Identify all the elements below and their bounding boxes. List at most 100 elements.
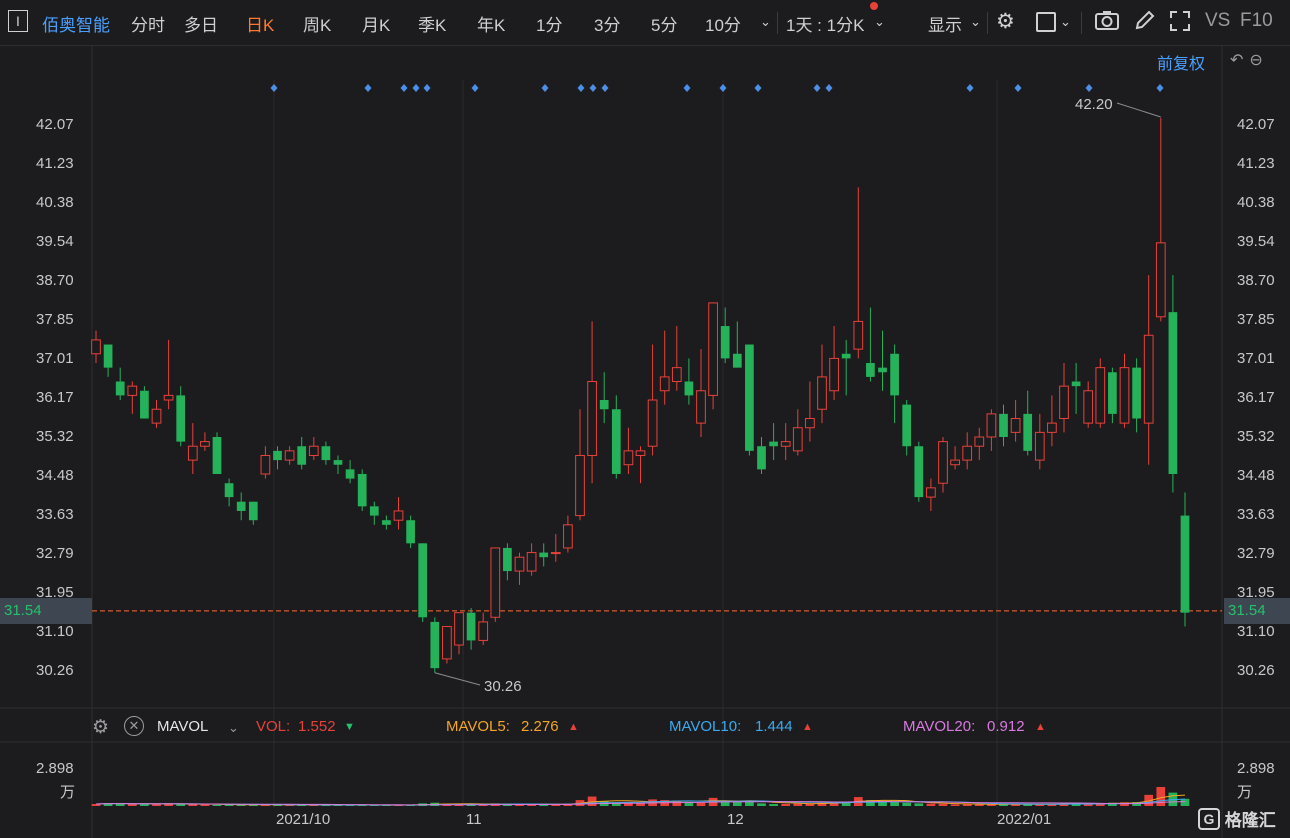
event-marker-diamond — [683, 84, 691, 92]
tab-yearly-k[interactable]: 年K — [477, 11, 505, 36]
candle-body — [321, 446, 331, 461]
y-tick-label-left: 40.38 — [36, 194, 74, 211]
candle-body — [829, 357, 839, 392]
indicator-chevron-icon[interactable]: ⌄ — [228, 720, 239, 736]
fullscreen-icon[interactable] — [1169, 10, 1191, 37]
candle-body — [1071, 381, 1081, 387]
tab-monthly-k[interactable]: 月K — [362, 11, 390, 36]
mavol5-value: 2.276 — [521, 718, 559, 735]
candle-body — [635, 450, 646, 456]
volume-bar — [926, 803, 936, 806]
candle-body — [1095, 367, 1106, 424]
candle-body — [1108, 372, 1117, 414]
candle-body — [1155, 242, 1166, 318]
mavol10-value: 1.444 — [755, 718, 793, 735]
pencil-icon[interactable] — [1134, 9, 1156, 36]
y-tick-label-right: 34.48 — [1237, 467, 1275, 484]
event-marker-diamond — [1156, 84, 1164, 92]
tab-10min[interactable]: 10分 — [705, 11, 741, 36]
vol-value: 1.552 — [298, 718, 336, 735]
y-tick-label-left: 41.23 — [36, 155, 74, 172]
display-button[interactable]: 显示 — [928, 11, 962, 36]
mavol10-label: MAVOL10: — [669, 718, 742, 735]
period-select[interactable]: 1天 : 1分K — [786, 11, 864, 36]
gear-icon[interactable]: ⚙ — [996, 9, 1015, 34]
indicator-settings-gear-icon[interactable]: ⚙ — [92, 716, 109, 739]
tab-weekly-k[interactable]: 周K — [303, 11, 331, 36]
event-markers[interactable] — [270, 84, 1164, 92]
stock-name[interactable]: 佰奥智能 — [42, 11, 110, 36]
layout-square-icon[interactable] — [1036, 12, 1056, 32]
volume-bar — [212, 804, 222, 806]
tab-multiday[interactable]: 多日 — [184, 11, 218, 36]
candle-body — [708, 302, 718, 396]
y-tick-label-left: 37.01 — [36, 350, 74, 367]
y-tick-label-right: 38.70 — [1237, 272, 1275, 289]
candle-body — [382, 520, 391, 525]
watermark-text: 格隆汇 — [1224, 811, 1276, 830]
event-marker-diamond — [719, 84, 727, 92]
period-chevron-icon[interactable]: ⌄ — [874, 14, 885, 30]
volume-bar — [769, 804, 778, 806]
candle-body — [151, 408, 162, 424]
event-marker-diamond — [1085, 84, 1093, 92]
display-chevron-icon[interactable]: ⌄ — [970, 14, 981, 30]
menu-icon[interactable]: I — [8, 10, 28, 32]
volume-bar — [636, 803, 645, 806]
date-axis: 2021/10 11 12 2022/01 — [276, 811, 1051, 828]
indicator-name[interactable]: MAVOL — [157, 718, 208, 735]
candle-body — [503, 547, 512, 572]
divider — [777, 12, 778, 34]
layout-chevron-icon[interactable]: ⌄ — [1060, 14, 1071, 30]
candle-body — [333, 460, 343, 465]
candle-body — [442, 626, 452, 660]
camera-icon[interactable] — [1094, 9, 1120, 36]
volume-bar — [188, 804, 198, 806]
candle-body — [757, 446, 766, 470]
volume-bar — [1156, 786, 1166, 806]
volume-bar — [890, 802, 899, 806]
candle-body — [91, 339, 101, 355]
candle-body — [878, 367, 887, 373]
candle-body — [587, 381, 597, 456]
candle-body — [902, 404, 912, 447]
candle-body — [406, 520, 415, 544]
tab-3min[interactable]: 3分 — [594, 11, 620, 36]
y-tick-label-left: 31.10 — [36, 623, 74, 640]
date-label: 11 — [466, 811, 482, 828]
candle-body — [1047, 422, 1057, 433]
candle-body — [745, 344, 754, 451]
f10-button[interactable]: F10 — [1240, 10, 1273, 32]
y-tick-label-left: 36.17 — [36, 389, 74, 406]
candle-body — [805, 417, 815, 429]
event-marker-diamond — [412, 84, 420, 92]
candle-body — [792, 427, 803, 452]
tab-5min[interactable]: 5分 — [651, 11, 677, 36]
candle-body — [418, 543, 428, 618]
candle-body — [539, 552, 549, 558]
volume-bar — [793, 803, 803, 806]
tab-intraday[interactable]: 分时 — [131, 11, 165, 36]
y-tick-label-left: 38.70 — [36, 272, 74, 289]
volume-unit-right: 万 — [1237, 784, 1252, 801]
candle-body — [1119, 367, 1130, 424]
candle-body — [599, 400, 609, 410]
vs-compare-button[interactable]: VS — [1205, 10, 1230, 32]
candle-body — [611, 409, 621, 474]
y-tick-label-right: 35.32 — [1237, 428, 1275, 445]
more-periods-chevron-icon[interactable]: ⌄ — [760, 14, 771, 30]
low-price-label: 30.26 — [484, 678, 522, 695]
mavol20-label: MAVOL20: — [903, 718, 976, 735]
event-marker-diamond — [813, 84, 821, 92]
candle-body — [769, 441, 778, 447]
volume-tick-right: 2.898 — [1237, 760, 1275, 777]
tab-daily-k[interactable]: 日K — [246, 11, 274, 36]
candle-body — [1083, 390, 1094, 424]
mavol5-up-arrow-icon: ▲ — [568, 721, 579, 733]
volume-tick-left: 2.898 — [36, 760, 74, 777]
tab-1min[interactable]: 1分 — [536, 11, 562, 36]
candle-body — [345, 469, 355, 479]
candle-body — [1034, 431, 1045, 461]
close-indicator-icon[interactable]: ✕ — [124, 716, 144, 736]
tab-quarterly-k[interactable]: 季K — [418, 11, 446, 36]
